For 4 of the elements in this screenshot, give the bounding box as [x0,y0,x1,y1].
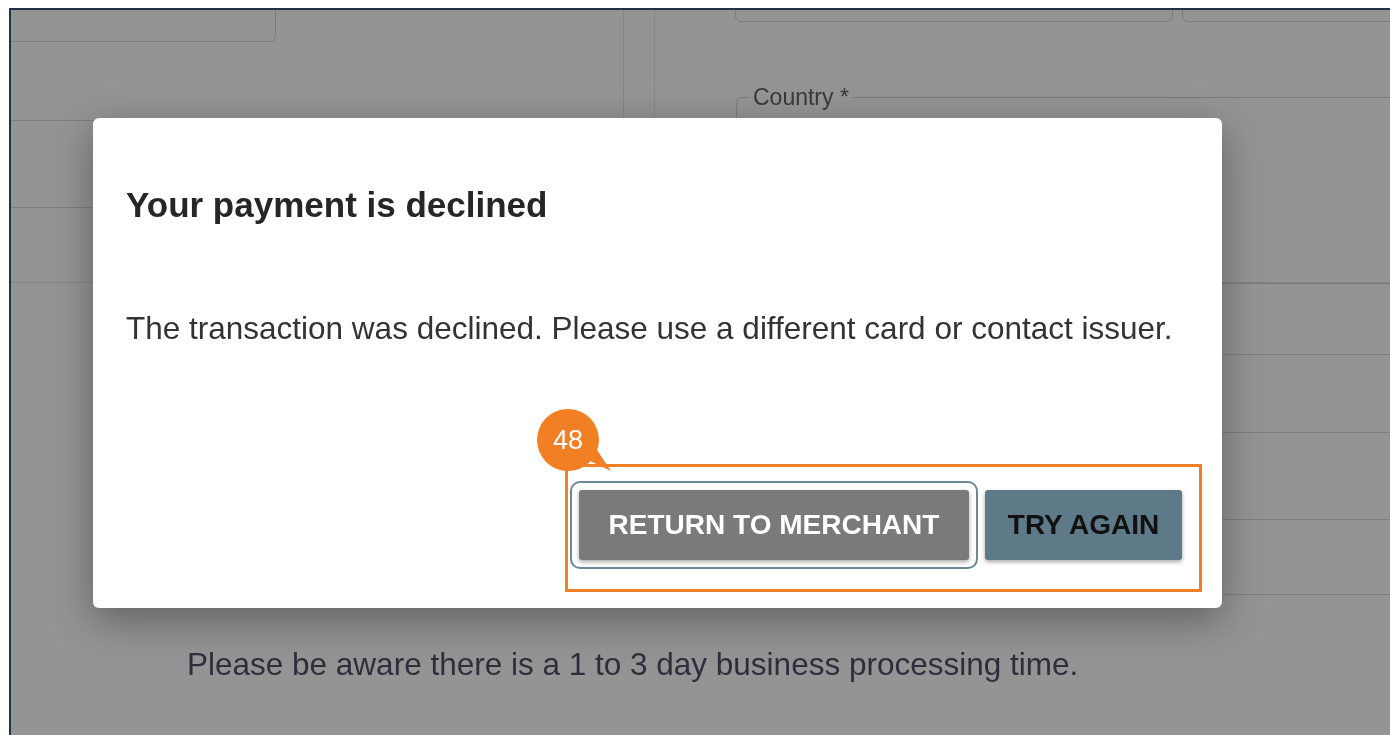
processing-notice: Please be aware there is a 1 to 3 day business processing time. [187,646,1079,683]
dialog-title: Your payment is declined [126,184,548,226]
return-button[interactable]: RETURN TO MERCHANT [570,481,978,569]
dialog-message: The transaction was declined. Please use a different card or contact issuer. [126,309,1173,347]
